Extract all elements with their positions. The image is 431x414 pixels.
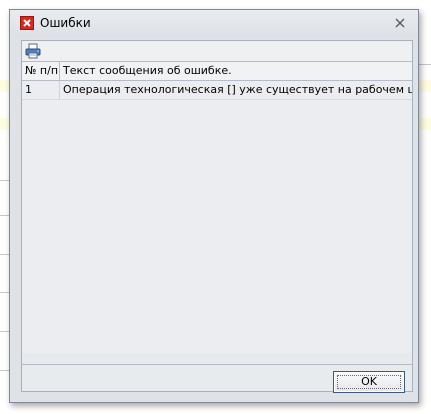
footer-divider [22,364,412,365]
error-icon [20,16,34,30]
printer-icon [25,43,41,59]
dialog-titlebar[interactable]: Ошибки [10,10,418,37]
toolbar [22,41,412,61]
errors-grid: № п/п Текст сообщения об ошибке. 1 Опера… [22,61,412,353]
row-number-cell: 1 [22,81,60,99]
background-divider [419,64,431,65]
close-icon [395,18,405,28]
dialog-content: № п/п Текст сообщения об ошибке. 1 Опера… [21,40,413,393]
errors-dialog: Ошибки № п/п Текст сообщения об ошибке. … [9,9,419,403]
column-header-message[interactable]: Текст сообщения об ошибке. [60,62,412,80]
table-row[interactable]: 1 Операция технологическая [] уже сущест… [22,81,412,100]
print-button[interactable] [25,43,41,59]
close-button[interactable] [394,17,406,29]
ok-button[interactable]: OK [333,371,405,393]
row-message-cell: Операция технологическая [] уже существу… [63,83,412,96]
column-header-number[interactable]: № п/п [22,62,60,80]
grid-header: № п/п Текст сообщения об ошибке. [22,62,412,81]
dialog-title: Ошибки [40,16,91,30]
